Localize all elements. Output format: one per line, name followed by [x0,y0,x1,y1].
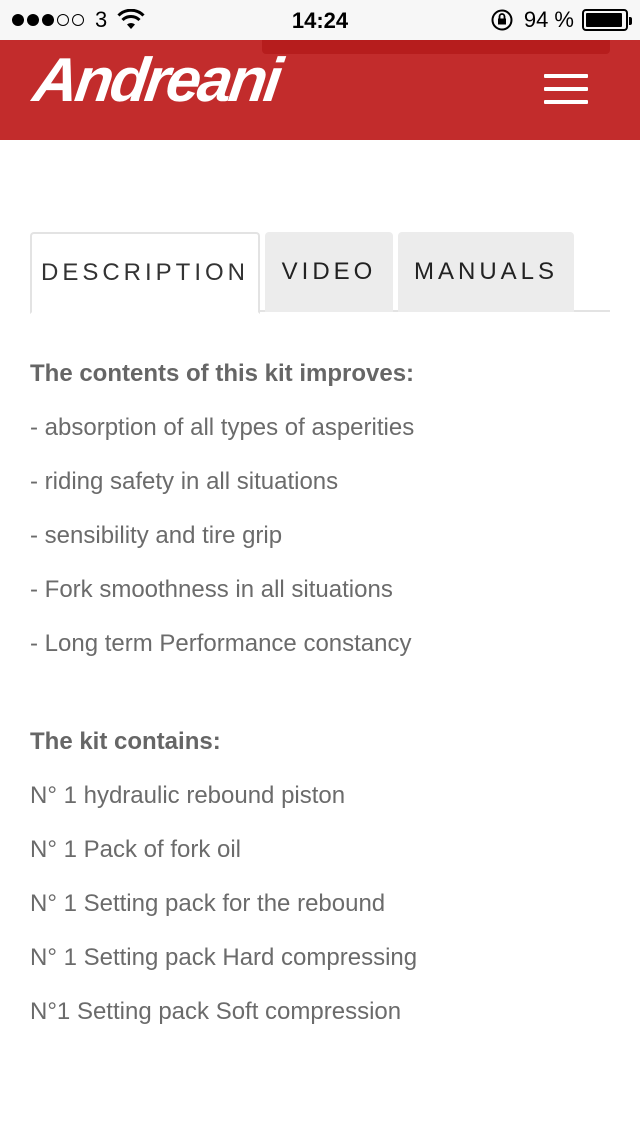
list-item: N° 1 Setting pack Hard compressing [30,944,418,971]
tab-description[interactable]: DESCRIPTION [30,232,260,314]
battery-icon [582,9,632,31]
improves-heading: The contents of this kit improves: [30,360,415,387]
list-item: N° 1 Pack of fork oil [30,836,242,863]
battery-fill [586,13,622,27]
list-item: N° 1 Setting pack for the rebound [30,890,386,917]
hamburger-icon-bar [544,74,588,78]
description-panel: The contents of this kit improves: - abs… [30,354,620,1046]
battery-percent: 94 % [523,7,574,32]
hamburger-icon-bar [544,87,588,91]
tab-manuals[interactable]: MANUALS [398,232,574,312]
list-item: - Fork smoothness in all situations [30,576,393,603]
list-item: - Long term Performance constancy [30,630,412,657]
battery-area: 94 % [490,7,632,33]
list-item: - riding safety in all situations [30,468,339,495]
brand-logo[interactable]: Andreani [29,46,283,115]
list-item: N°1 Setting pack Soft compression [30,998,402,1025]
hamburger-menu-button[interactable] [540,72,590,108]
rotation-lock-icon [491,9,513,31]
contains-heading: The kit contains: [30,728,221,755]
tab-bar: DESCRIPTION VIDEO MANUALS [30,232,610,314]
list-item: - sensibility and tire grip [30,522,283,549]
header-strip [262,40,610,54]
tab-video[interactable]: VIDEO [265,232,393,312]
list-item: N° 1 hydraulic rebound piston [30,782,346,809]
list-item: - absorption of all types of asperities [30,414,415,441]
hamburger-icon-bar [544,100,588,104]
status-bar: 3 14:24 94 % [0,0,640,40]
